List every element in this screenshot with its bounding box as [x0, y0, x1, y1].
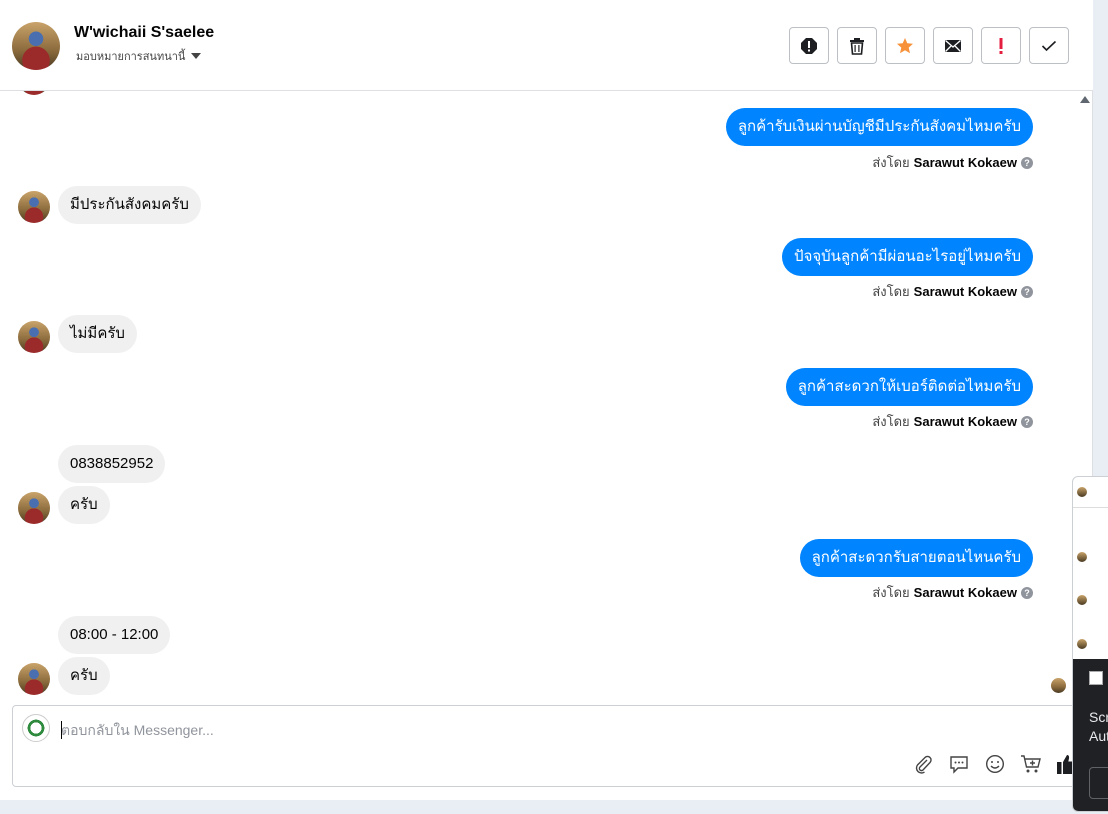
sent-by-label: ส่งโดย Sarawut Kokaew ?	[872, 582, 1033, 603]
reply-input[interactable]	[61, 718, 961, 742]
text-cursor	[61, 721, 62, 739]
sent-by-prefix: ส่งโดย	[872, 585, 910, 600]
avatar	[1077, 639, 1087, 649]
star-icon	[897, 37, 913, 53]
report-spam-button[interactable]	[789, 27, 829, 64]
popup-row[interactable]	[1077, 550, 1108, 564]
help-icon[interactable]: ?	[1021, 156, 1033, 169]
incoming-message[interactable]: 0838852952	[58, 445, 166, 483]
sent-by-agent: Sarawut Kokaew	[913, 414, 1017, 429]
help-icon[interactable]: ?	[1021, 415, 1033, 428]
sent-by-agent: Sarawut Kokaew	[913, 585, 1017, 600]
reply-composer	[12, 705, 1082, 787]
seen-indicator-avatar	[1051, 678, 1066, 693]
incoming-message[interactable]: ไม่มีครับ	[58, 315, 137, 353]
smiley-icon	[985, 754, 1005, 774]
contact-avatar-small	[18, 492, 50, 524]
outgoing-message[interactable]: ปัจจุบันลูกค้ามีผ่อนอะไรอยู่ไหมครับ	[782, 238, 1033, 276]
paperclip-icon	[915, 755, 932, 774]
conversation-panel: W'wichaii S'saelee มอบหมายการสนทนานี้ ลู…	[0, 0, 1093, 800]
conversation-header: W'wichaii S'saelee มอบหมายการสนทนานี้	[0, 0, 1093, 91]
page-logo	[22, 714, 50, 742]
contact-name[interactable]: W'wichaii S'saelee	[74, 24, 214, 42]
scroll-up-arrow-icon[interactable]	[1080, 96, 1090, 103]
help-icon[interactable]: ?	[1021, 586, 1033, 599]
sent-by-label: ส่งโดย Sarawut Kokaew ?	[872, 281, 1033, 302]
sent-by-prefix: ส่งโดย	[872, 414, 910, 429]
avatar	[1077, 487, 1087, 497]
sent-by-label: ส่งโดย Sarawut Kokaew ?	[872, 152, 1033, 173]
popup-row[interactable]	[1077, 593, 1108, 607]
header-actions	[789, 27, 1069, 64]
mail-icon	[945, 39, 961, 52]
trash-icon	[850, 37, 864, 55]
popup-row[interactable]	[1077, 485, 1108, 499]
app-icon	[1089, 671, 1103, 685]
toast-subtitle: Aut	[1089, 728, 1108, 744]
contact-avatar-small	[18, 191, 50, 223]
avatar	[1077, 552, 1087, 562]
sent-by-agent: Sarawut Kokaew	[913, 284, 1017, 299]
emoji-button[interactable]	[983, 752, 1007, 776]
toast-title: Scre	[1089, 709, 1108, 725]
assign-conversation-dropdown[interactable]: มอบหมายการสนทนานี้	[76, 47, 202, 65]
shop-button[interactable]	[1019, 752, 1043, 776]
attach-button[interactable]	[911, 752, 935, 776]
help-icon[interactable]: ?	[1021, 285, 1033, 298]
toast-button[interactable]	[1089, 767, 1108, 799]
popup-row[interactable]	[1077, 637, 1108, 651]
composer-tools	[911, 752, 1079, 776]
delete-button[interactable]	[837, 27, 877, 64]
alert-circle-icon	[801, 37, 817, 54]
divider	[1073, 507, 1108, 508]
side-popup[interactable]: Scre Aut	[1072, 476, 1108, 812]
outgoing-message[interactable]: ลูกค้าสะดวกรับสายตอนไหนครับ	[799, 539, 1033, 577]
saved-replies-button[interactable]	[947, 752, 971, 776]
incoming-message[interactable]: ครับ	[58, 657, 110, 695]
flag-important-button[interactable]	[981, 27, 1021, 64]
mark-done-button[interactable]	[1029, 27, 1069, 64]
sent-by-label: ส่งโดย Sarawut Kokaew ?	[872, 411, 1033, 432]
star-button[interactable]	[885, 27, 925, 64]
check-icon	[1041, 40, 1057, 51]
chevron-down-icon	[191, 53, 202, 59]
outgoing-message[interactable]: ลูกค้ารับเงินผ่านบัญชีมีประกันสังคมไหมคร…	[725, 108, 1033, 146]
notification-toast[interactable]: Scre Aut	[1073, 659, 1108, 811]
assign-label: มอบหมายการสนทนานี้	[76, 51, 186, 63]
cart-icon	[1021, 755, 1041, 773]
contact-avatar-small	[18, 321, 50, 353]
avatar	[1077, 595, 1087, 605]
contact-avatar[interactable]	[12, 22, 60, 70]
sent-by-agent: Sarawut Kokaew	[913, 155, 1017, 170]
sent-by-prefix: ส่งโดย	[872, 284, 910, 299]
incoming-message[interactable]: มีประกันสังคมครับ	[58, 186, 201, 224]
chat-bubble-icon	[950, 756, 968, 774]
contact-avatar-small	[18, 663, 50, 695]
incoming-message[interactable]: 08:00 - 12:00	[58, 616, 171, 654]
exclamation-icon	[999, 37, 1003, 54]
incoming-message[interactable]: ครับ	[58, 486, 110, 524]
outgoing-message[interactable]: ลูกค้าสะดวกให้เบอร์ติดต่อไหมครับ	[785, 368, 1033, 406]
sent-by-prefix: ส่งโดย	[872, 155, 910, 170]
contact-avatar-small	[18, 91, 50, 95]
message-thread[interactable]: ลูกค้ารับเงินผ่านบัญชีมีประกันสังคมไหมคร…	[0, 91, 1078, 703]
mark-unread-button[interactable]	[933, 27, 973, 64]
